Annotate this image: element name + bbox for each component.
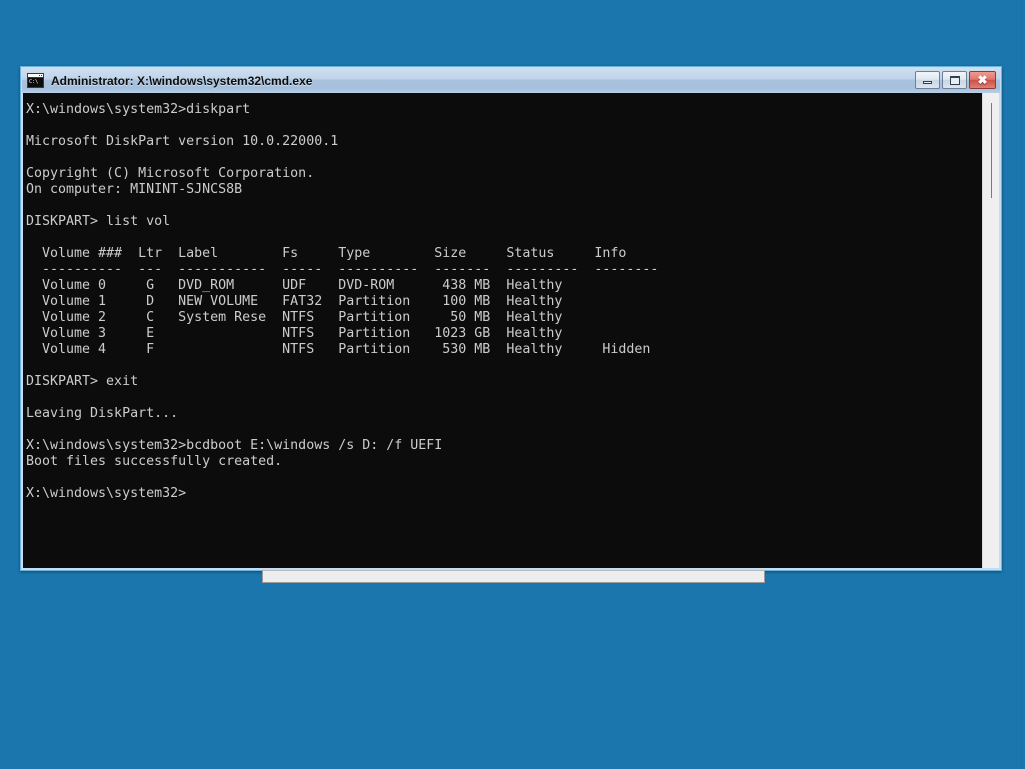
maximize-icon bbox=[949, 75, 960, 85]
vertical-scrollbar-thumb[interactable] bbox=[991, 103, 992, 198]
window-controls: ✖ bbox=[915, 71, 996, 89]
icon-screen-text: C:\ bbox=[28, 78, 43, 87]
window-client-area: X:\windows\system32>diskpart Microsoft D… bbox=[23, 93, 999, 568]
maximize-button[interactable] bbox=[942, 71, 967, 89]
cmd-prompt-icon: C:\ bbox=[27, 73, 44, 88]
vertical-scrollbar[interactable] bbox=[982, 93, 999, 568]
desktop-edge-line bbox=[1021, 0, 1022, 769]
minimize-icon bbox=[923, 81, 932, 84]
window-title-bar[interactable]: C:\ Administrator: X:\windows\system32\c… bbox=[22, 68, 1000, 93]
desktop-background: C:\ Administrator: X:\windows\system32\c… bbox=[0, 0, 1025, 769]
window-title-text: Administrator: X:\windows\system32\cmd.e… bbox=[51, 73, 313, 88]
close-button[interactable]: ✖ bbox=[969, 71, 996, 89]
console-text: X:\windows\system32>diskpart Microsoft D… bbox=[26, 102, 659, 501]
close-icon: ✖ bbox=[977, 73, 988, 87]
minimize-button[interactable] bbox=[915, 71, 940, 89]
console-output-area[interactable]: X:\windows\system32>diskpart Microsoft D… bbox=[23, 93, 982, 568]
command-prompt-window: C:\ Administrator: X:\windows\system32\c… bbox=[20, 66, 1002, 571]
desktop-bottom-bar[interactable] bbox=[262, 570, 765, 583]
